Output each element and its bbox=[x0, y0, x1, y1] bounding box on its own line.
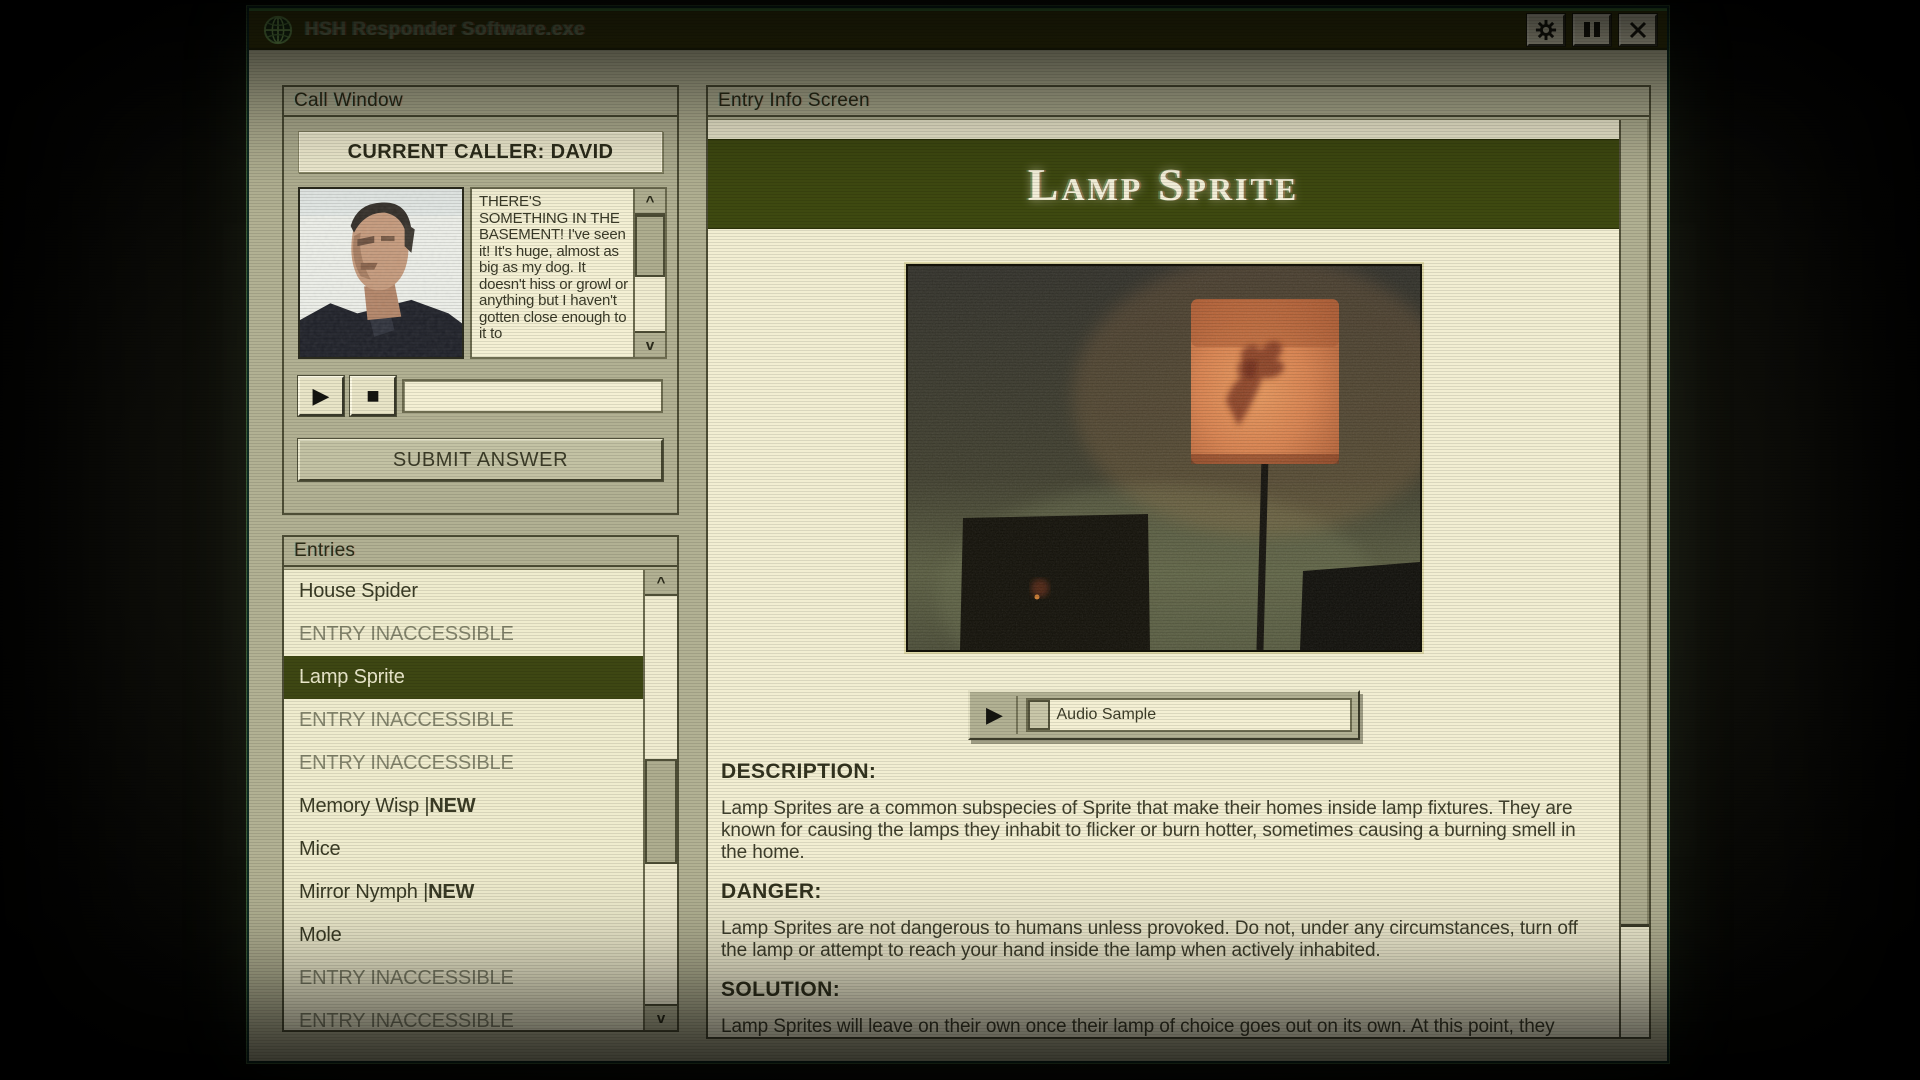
close-icon bbox=[1629, 21, 1647, 38]
entry-list-item[interactable]: House Spider bbox=[284, 570, 643, 613]
entry-list-item-label: Mice bbox=[299, 838, 341, 860]
entries-header: Entries bbox=[284, 537, 677, 567]
scrollbar-thumb[interactable] bbox=[635, 215, 665, 277]
entry-photo-lamp bbox=[903, 262, 1424, 654]
entry-description-text: DESCRIPTION: Lamp Sprites are a common s… bbox=[708, 740, 1619, 1037]
entry-info-header: Entry Info Screen bbox=[708, 87, 1649, 117]
play-icon: ▶ bbox=[986, 702, 1003, 727]
entry-list-item-label: Mirror Nymph | bbox=[299, 881, 429, 903]
entry-list-item[interactable]: Mirror Nymph | NEW bbox=[284, 871, 643, 914]
entries-scrollbar[interactable]: ^ v bbox=[643, 570, 677, 1030]
call-play-button[interactable]: ▶ bbox=[298, 376, 344, 416]
submit-answer-button[interactable]: SUBMIT ANSWER bbox=[298, 439, 663, 481]
entry-list-item-label: Mole bbox=[299, 924, 342, 946]
settings-button[interactable] bbox=[1527, 13, 1565, 46]
section-heading: DESCRIPTION: bbox=[721, 760, 877, 783]
entry-list-item: ENTRY INACCESSIBLE bbox=[284, 957, 643, 1000]
audio-slider-track[interactable]: Audio Sample bbox=[1025, 698, 1352, 732]
entry-list-item: ENTRY INACCESSIBLE bbox=[284, 1000, 643, 1030]
pause-button[interactable] bbox=[1573, 13, 1611, 46]
play-icon: ▶ bbox=[312, 383, 330, 408]
call-stop-button[interactable]: ■ bbox=[350, 376, 396, 416]
entries-list: House Spider ENTRY INACCESSIBLE Lamp Sprit… bbox=[284, 570, 643, 1030]
scrollbar-thumb[interactable] bbox=[1621, 120, 1649, 927]
section-heading: DANGER: bbox=[721, 880, 822, 903]
transcript-scrollbar[interactable]: ^ v bbox=[633, 187, 667, 359]
stop-icon: ■ bbox=[366, 383, 380, 408]
entry-list-item: ENTRY INACCESSIBLE bbox=[284, 699, 643, 742]
entry-list-item-label: Lamp Sprite bbox=[299, 666, 405, 688]
section-body: Lamp Sprites are not dangerous to humans… bbox=[721, 918, 1578, 961]
close-button[interactable] bbox=[1619, 13, 1657, 46]
crt-screen: HSH Responder Software.exe Call Window C… bbox=[0, 0, 1920, 1080]
entry-list-item[interactable]: Mole bbox=[284, 914, 643, 957]
window-title: HSH Responder Software.exe bbox=[305, 18, 586, 40]
audio-sample-player: ▶ Audio Sample bbox=[967, 690, 1360, 740]
scroll-up-arrow[interactable]: ^ bbox=[635, 189, 665, 215]
current-caller-banner: CURRENT CALLER: DAVID bbox=[298, 131, 663, 173]
entry-list-item-label: ENTRY INACCESSIBLE bbox=[299, 1010, 514, 1030]
entry-list-item: ENTRY INACCESSIBLE bbox=[284, 613, 643, 656]
new-badge: NEW bbox=[428, 881, 475, 903]
scroll-down-arrow[interactable]: v bbox=[645, 1004, 677, 1030]
entry-list-item[interactable]: Lamp Sprite bbox=[284, 656, 643, 699]
section-heading: SOLUTION: bbox=[721, 978, 841, 1001]
caller-transcript[interactable]: THERE'S SOMETHING IN THE BASEMENT! I've … bbox=[470, 187, 633, 359]
entry-title: Lamp Sprite bbox=[1027, 158, 1300, 210]
section-body: Lamp Sprites are a common subspecies of … bbox=[721, 798, 1576, 863]
call-window-header: Call Window bbox=[284, 87, 677, 117]
audio-play-button[interactable]: ▶ bbox=[974, 696, 1018, 734]
section-body: Lamp Sprites will leave on their own onc… bbox=[721, 1016, 1555, 1037]
entry-list-item-label: ENTRY INACCESSIBLE bbox=[299, 623, 514, 645]
entry-info-panel: Entry Info Screen Lamp Sprite ▶ Audio Sa… bbox=[706, 85, 1651, 1039]
entry-list-item[interactable]: Mice bbox=[284, 828, 643, 871]
new-badge: NEW bbox=[429, 795, 476, 817]
entry-list-item-label: ENTRY INACCESSIBLE bbox=[299, 709, 514, 731]
globe-app-icon bbox=[263, 15, 293, 44]
pause-icon bbox=[1584, 22, 1600, 37]
entry-list-item-label: ENTRY INACCESSIBLE bbox=[299, 752, 514, 774]
title-bar: HSH Responder Software.exe bbox=[249, 8, 1667, 50]
audio-sample-label: Audio Sample bbox=[1056, 706, 1157, 723]
app-window: HSH Responder Software.exe Call Window C… bbox=[247, 6, 1669, 1063]
call-progress-bar[interactable] bbox=[402, 379, 663, 413]
entry-list-item-label: House Spider bbox=[299, 580, 418, 602]
entry-list-item: ENTRY INACCESSIBLE bbox=[284, 742, 643, 785]
gear-icon bbox=[1535, 19, 1557, 40]
entry-list-item-label: Memory Wisp | bbox=[299, 795, 430, 817]
caller-photo bbox=[298, 187, 464, 359]
entry-title-banner: Lamp Sprite bbox=[708, 140, 1619, 228]
scroll-down-arrow[interactable]: v bbox=[635, 331, 665, 357]
scrollbar-thumb[interactable] bbox=[645, 758, 677, 865]
entry-list-item[interactable]: Memory Wisp | NEW bbox=[284, 785, 643, 828]
entry-info-scrollbar[interactable] bbox=[1619, 120, 1649, 1037]
audio-slider-handle[interactable] bbox=[1027, 700, 1050, 730]
entries-panel: Entries House Spider ENTRY INACCESSIBLE La… bbox=[282, 535, 679, 1032]
scroll-up-arrow[interactable]: ^ bbox=[645, 570, 677, 596]
entry-list-item-label: ENTRY INACCESSIBLE bbox=[299, 967, 514, 989]
call-window-panel: Call Window CURRENT CALLER: DAVID THERE'… bbox=[282, 85, 679, 515]
